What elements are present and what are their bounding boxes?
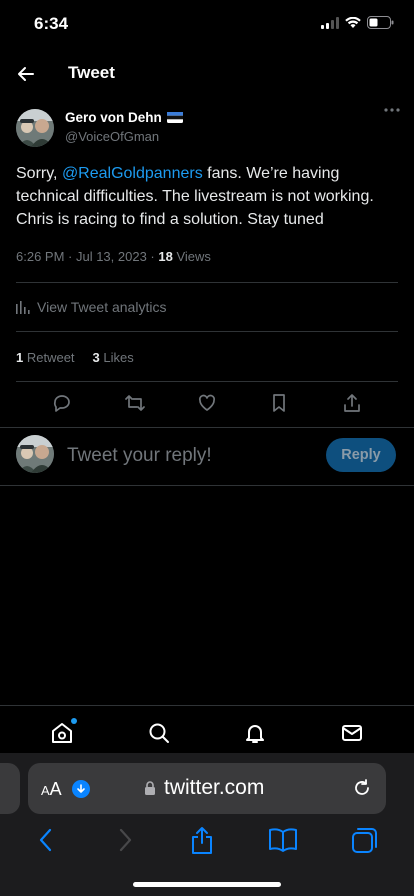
more-horizontal-icon (384, 108, 400, 112)
views-label: Views (172, 249, 211, 264)
reply-action-button[interactable] (51, 392, 73, 414)
likes-label: Likes (99, 350, 134, 365)
reload-icon[interactable] (352, 778, 372, 798)
back-button[interactable] (14, 62, 38, 86)
forward-chevron-icon[interactable] (112, 827, 136, 853)
tab-notifications[interactable] (243, 721, 267, 745)
bookmark-action-button[interactable] (268, 392, 290, 414)
aa-small-label: A (41, 783, 50, 798)
tab-search[interactable] (147, 721, 171, 745)
arrow-down-icon (77, 784, 85, 793)
divider (16, 331, 398, 332)
arrow-left-icon (18, 67, 34, 81)
divider (0, 427, 414, 428)
analytics-icon (16, 300, 30, 314)
comment-icon (54, 395, 71, 412)
my-avatar (16, 435, 54, 473)
previous-tab-preview[interactable] (0, 763, 20, 814)
status-icons (321, 16, 394, 29)
download-indicator[interactable] (72, 780, 90, 798)
analytics-label: View Tweet analytics (37, 299, 167, 315)
retweet-icon (124, 395, 145, 411)
mention-link[interactable]: @RealGoldpanners (62, 165, 203, 182)
bell-icon (246, 724, 265, 743)
url-text[interactable]: twitter.com (164, 776, 264, 800)
bottom-tab-bar (0, 705, 414, 755)
avatar-image (16, 435, 54, 473)
divider (0, 485, 414, 486)
view-analytics-link[interactable]: View Tweet analytics (16, 299, 166, 315)
tab-home[interactable] (50, 717, 78, 745)
author-handle[interactable]: @VoiceOfGman (65, 129, 159, 144)
likes-count-link[interactable]: 3 Likes (93, 350, 134, 365)
divider (16, 381, 398, 382)
engagement-counts: 1 Retweet 3 Likes (16, 350, 134, 365)
estonia-flag-icon (166, 112, 183, 123)
share-sheet-icon[interactable] (189, 825, 215, 855)
tabs-overview-icon[interactable] (351, 826, 379, 854)
back-chevron-icon[interactable] (35, 827, 59, 853)
reply-button[interactable]: Reply (326, 438, 396, 472)
envelope-icon (341, 724, 362, 741)
avatar-image (16, 109, 54, 147)
tweet-text: Sorry, @RealGoldpanners fans. We’re havi… (16, 162, 400, 231)
page-settings-button[interactable]: AA (41, 779, 62, 800)
divider (16, 282, 398, 283)
aa-label: A (49, 779, 62, 799)
notification-dot (71, 717, 78, 724)
bookmark-icon (273, 394, 286, 412)
search-icon (149, 723, 169, 743)
author-name-text: Gero von Dehn (65, 110, 162, 125)
author-avatar[interactable] (16, 109, 54, 147)
signal-icon (321, 16, 339, 29)
views-count: 18 (158, 249, 173, 264)
status-time: 6:34 (34, 14, 69, 33)
tweet-meta: 6:26 PM · Jul 13, 2023 · 18 Views (16, 249, 211, 264)
home-icon (52, 722, 73, 743)
battery-icon (367, 16, 394, 29)
reply-input[interactable]: Tweet your reply! (67, 445, 212, 467)
tweet-actions (0, 392, 414, 414)
likes-count: 3 (92, 350, 100, 365)
lock-icon (145, 781, 155, 795)
heart-icon (198, 394, 216, 411)
retweets-label: Retweet (23, 350, 75, 365)
tweet-text-before: Sorry, (16, 165, 62, 182)
wifi-icon (345, 16, 361, 28)
browser-nav-tools (0, 820, 414, 860)
tweet-timestamp[interactable]: 6:26 PM · Jul 13, 2023 · (16, 249, 158, 264)
retweets-count-link[interactable]: 1 Retweet (16, 350, 75, 365)
author-name[interactable]: Gero von Dehn (65, 110, 183, 125)
share-action-button[interactable] (341, 392, 363, 414)
more-options-button[interactable] (384, 108, 400, 112)
home-indicator (133, 882, 281, 887)
retweet-action-button[interactable] (124, 392, 146, 414)
bookmarks-book-icon[interactable] (268, 827, 298, 853)
tab-messages[interactable] (340, 721, 364, 745)
page-title: Tweet (68, 63, 115, 82)
like-action-button[interactable] (196, 392, 218, 414)
share-icon (343, 394, 360, 412)
